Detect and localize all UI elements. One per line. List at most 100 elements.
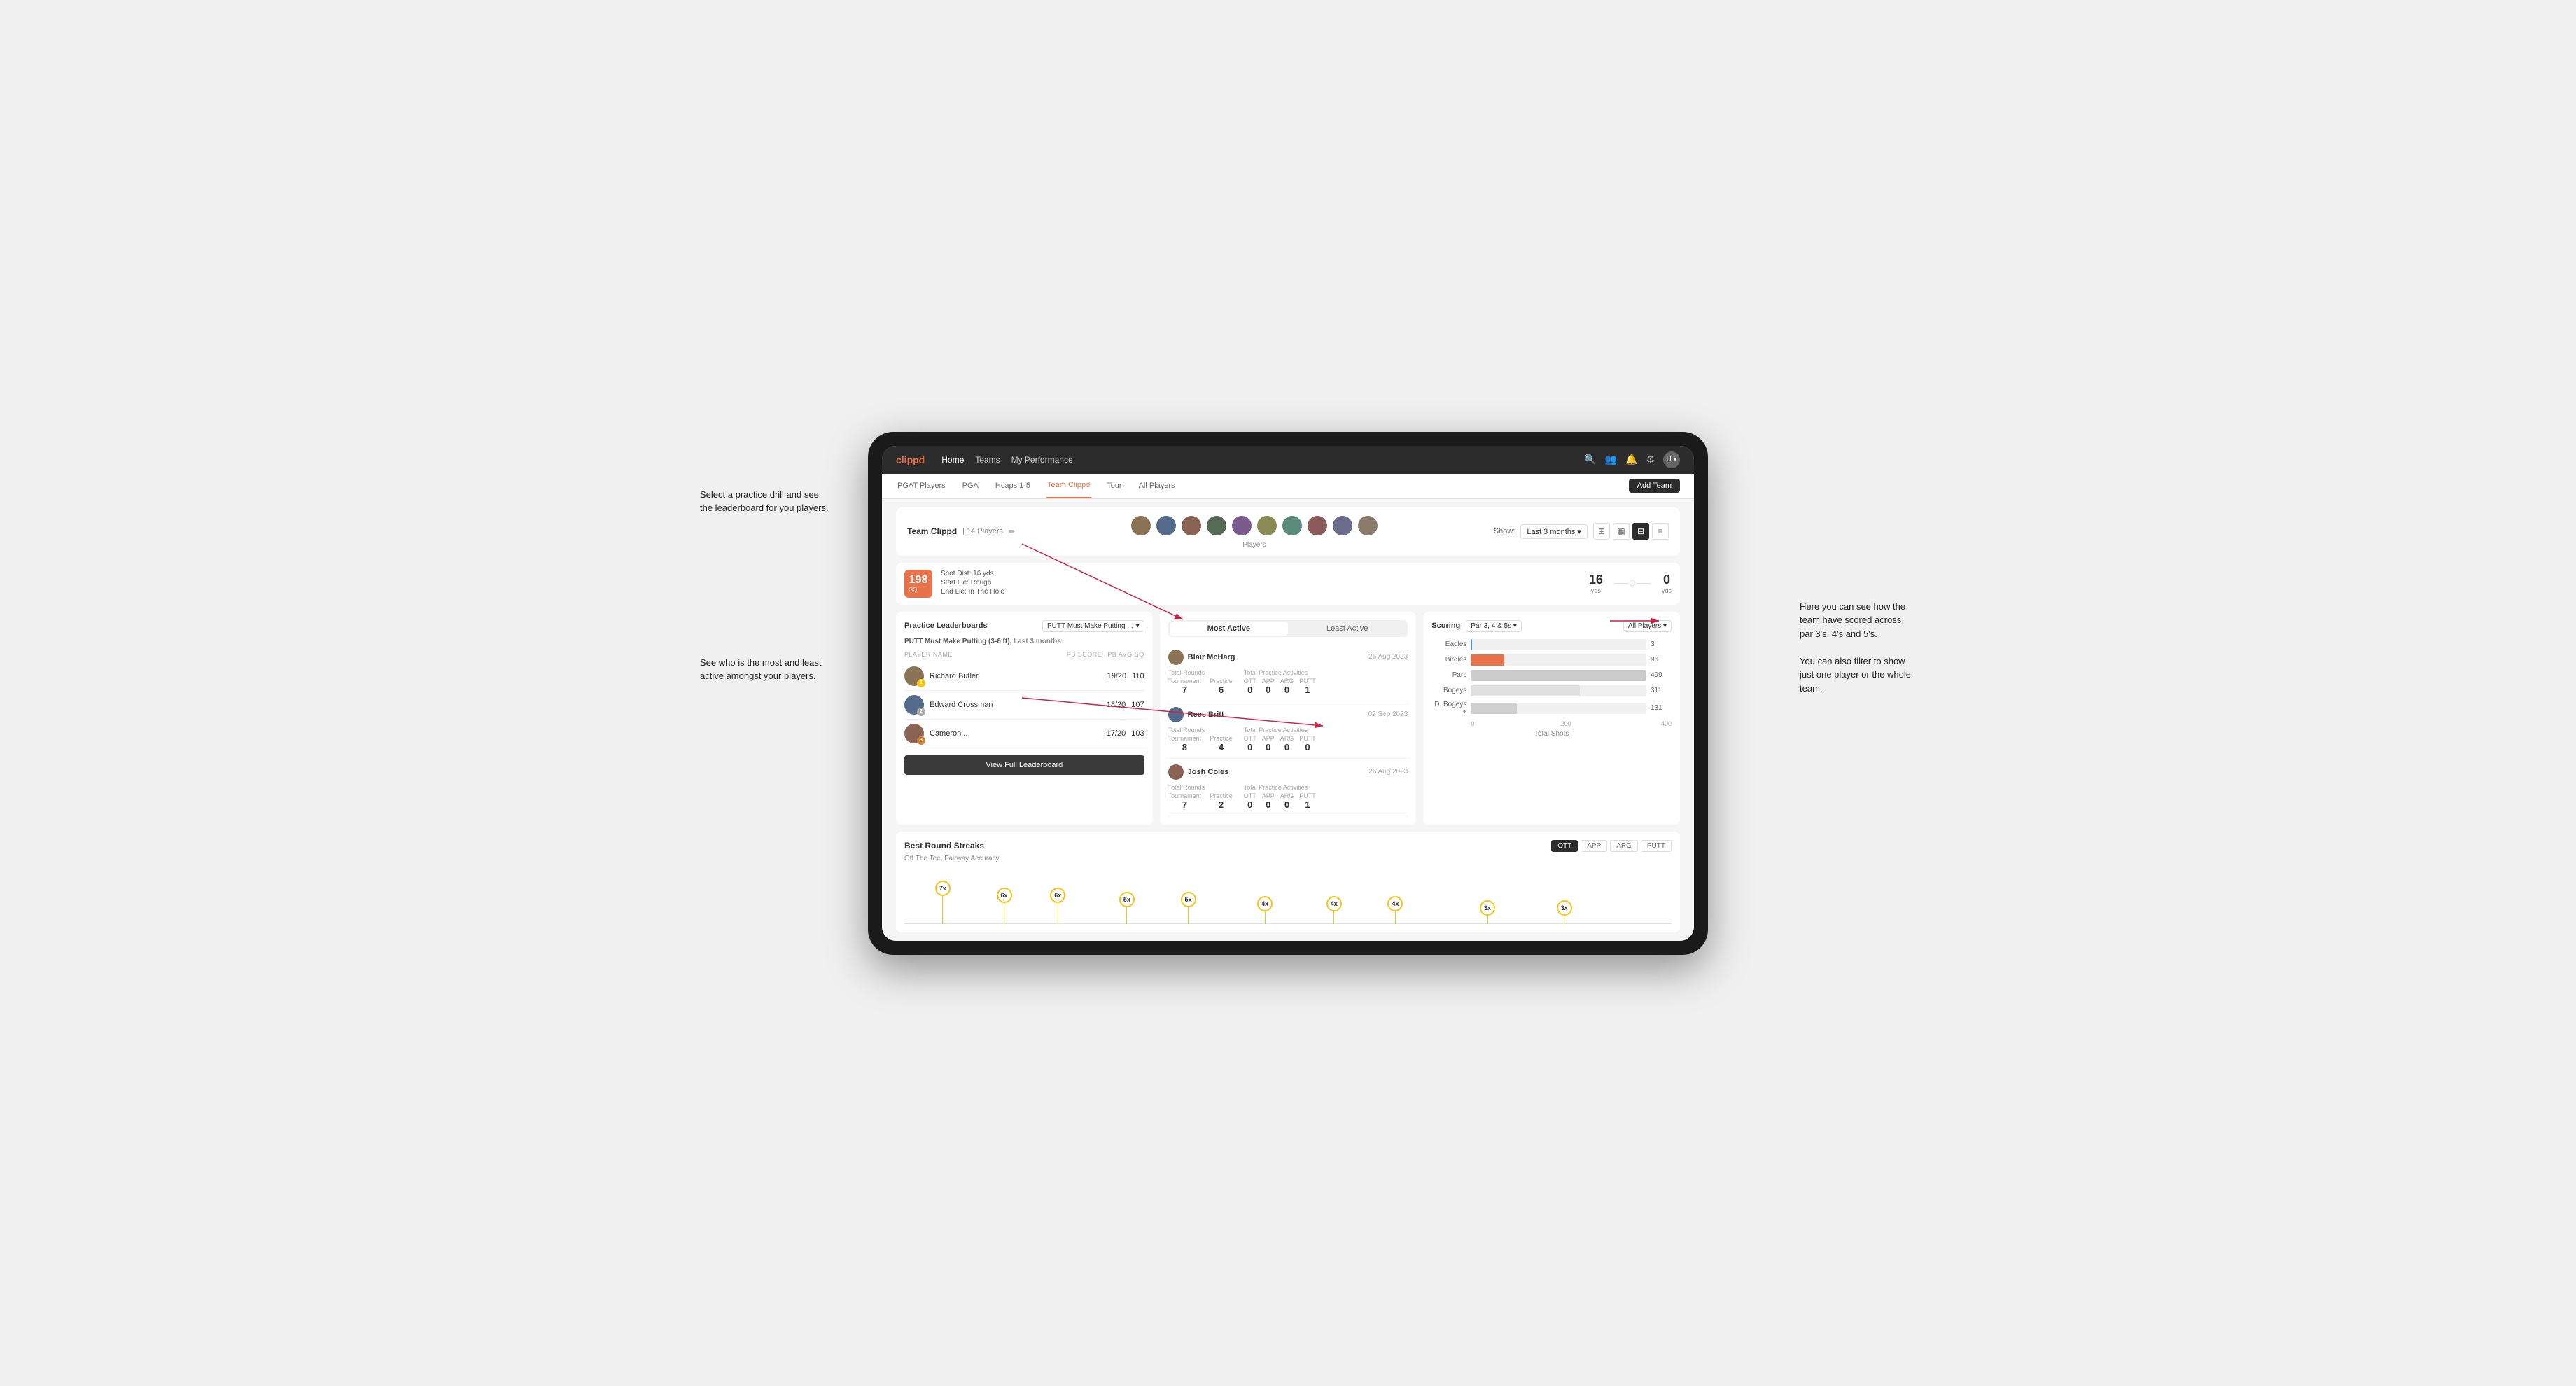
- eagles-bar-container: [1471, 639, 1646, 650]
- pa-ott-1: OTT 0: [1244, 678, 1256, 695]
- user-avatar[interactable]: U ▾: [1663, 451, 1680, 468]
- eagles-value: 3: [1651, 640, 1672, 648]
- pa-activities-group-1: Total Practice Activities OTT 0 APP: [1244, 669, 1316, 695]
- lb-name-2: Edward Crossman: [930, 701, 993, 709]
- pa-activities-label-2: Total Practice Activities: [1244, 727, 1316, 734]
- pa-rounds-group-2: Total Rounds Tournament 8 Practice: [1168, 727, 1233, 752]
- bell-icon[interactable]: 🔔: [1625, 454, 1637, 465]
- eagles-label: Eagles: [1432, 640, 1466, 648]
- bogeys-bar: [1471, 685, 1580, 696]
- sub-nav-pga[interactable]: PGA: [961, 473, 980, 498]
- pa-putt-1: PUTT 1: [1299, 678, 1316, 695]
- dbogeys-label: D. Bogeys +: [1432, 701, 1466, 716]
- lb-name-3: Cameron...: [930, 729, 967, 738]
- pa-player-2: Rees Britt: [1168, 707, 1224, 722]
- pa-arg-1: ARG 0: [1280, 678, 1294, 695]
- pa-stats-3: Total Rounds Tournament 7 Practice: [1168, 784, 1408, 810]
- lb-score-2: 18/20: [1107, 701, 1126, 709]
- leaderboard-dropdown[interactable]: PUTT Must Make Putting ... ▾: [1042, 620, 1144, 632]
- chart-axis: 0 200 400: [1471, 720, 1672, 727]
- people-icon[interactable]: 👥: [1605, 454, 1617, 465]
- streaks-header: Best Round Streaks OTT APP ARG PUTT: [904, 840, 1672, 852]
- streak-point-8: 4x: [1387, 896, 1403, 924]
- pa-practice-1: Practice 6: [1210, 678, 1233, 695]
- lb-badge-silver: 2: [917, 708, 925, 716]
- meter-end: 0 yds: [1662, 573, 1672, 594]
- pa-avatar-3: [1168, 764, 1184, 780]
- bogeys-label: Bogeys: [1432, 687, 1466, 694]
- chart-row-bogeys: Bogeys 311: [1432, 685, 1672, 696]
- practice-leaderboard-card: Practice Leaderboards PUTT Must Make Put…: [896, 612, 1153, 825]
- player-avatar: [1331, 514, 1354, 537]
- nav-performance[interactable]: My Performance: [1011, 452, 1073, 468]
- tab-least-active[interactable]: Least Active: [1288, 622, 1406, 636]
- pa-player-1: Blair McHarg: [1168, 650, 1236, 665]
- nav-home[interactable]: Home: [941, 452, 964, 468]
- pa-activities-label-1: Total Practice Activities: [1244, 669, 1316, 676]
- logo: clippd: [896, 454, 925, 465]
- pa-name-2: Rees Britt: [1188, 710, 1224, 719]
- streaks-filter-arg[interactable]: ARG: [1610, 840, 1638, 852]
- pa-putt-3: PUTT 1: [1299, 792, 1316, 810]
- lb-avatar-2: 2: [904, 695, 924, 715]
- pa-header-3: Josh Coles 26 Aug 2023: [1168, 764, 1408, 780]
- sub-nav: PGAT Players PGA Hcaps 1-5 Team Clippd T…: [882, 474, 1694, 499]
- pa-arg-2: ARG 0: [1280, 735, 1294, 752]
- main-content: Team Clippd | 14 Players ✏: [882, 499, 1694, 941]
- leaderboard-title: Practice Leaderboards: [904, 622, 988, 630]
- sub-nav-pgat[interactable]: PGAT Players: [896, 473, 947, 498]
- streak-point-9: 3x: [1480, 900, 1495, 924]
- sub-nav-hcaps[interactable]: Hcaps 1-5: [994, 473, 1032, 498]
- player-filter-dropdown[interactable]: All Players ▾: [1623, 620, 1672, 632]
- shot-meters: 16 yds —○— 0 yds: [1589, 573, 1672, 594]
- grid-view-icon[interactable]: ⊞: [1593, 523, 1610, 540]
- streaks-subtitle: Off The Tee, Fairway Accuracy: [904, 855, 1672, 862]
- pa-avatar-2: [1168, 707, 1184, 722]
- streaks-filters: OTT APP ARG PUTT: [1551, 840, 1672, 852]
- add-team-button[interactable]: Add Team: [1629, 479, 1680, 493]
- par-filter-dropdown[interactable]: Par 3, 4 & 5s ▾: [1466, 620, 1522, 632]
- pa-ott-3: OTT 0: [1244, 792, 1256, 810]
- pa-activities-group-3: Total Practice Activities OTT 0 APP: [1244, 784, 1316, 810]
- lb-player-2: 2 Edward Crossman: [904, 695, 1101, 715]
- players-label: Players: [1242, 541, 1266, 549]
- lb-player-1: 1 Richard Butler: [904, 666, 1102, 686]
- shot-detail-3: End Lie: In The Hole: [941, 588, 1581, 596]
- sub-nav-tour[interactable]: Tour: [1105, 473, 1123, 498]
- sub-nav-team-clippd[interactable]: Team Clippd: [1046, 473, 1091, 498]
- pa-rounds-label-3: Total Rounds: [1168, 784, 1233, 791]
- search-icon[interactable]: 🔍: [1584, 454, 1596, 465]
- pa-app-1: APP 0: [1262, 678, 1275, 695]
- activity-player-1: Blair McHarg 26 Aug 2023 Total Rounds To: [1168, 644, 1408, 701]
- settings-icon[interactable]: ⚙: [1646, 454, 1655, 465]
- table-view-icon[interactable]: ≡: [1652, 523, 1669, 540]
- bogeys-bar-container: [1471, 685, 1646, 696]
- pa-rounds-group-1: Total Rounds Tournament 7 Practice: [1168, 669, 1233, 695]
- scoring-card: Scoring Par 3, 4 & 5s ▾ All Players ▾: [1423, 612, 1680, 825]
- pa-rounds-group-3: Total Rounds Tournament 7 Practice: [1168, 784, 1233, 810]
- streak-point-2: 6x: [997, 888, 1012, 924]
- player-avatar: [1205, 514, 1228, 537]
- show-dropdown[interactable]: Last 3 months ▾: [1520, 524, 1588, 539]
- tab-most-active[interactable]: Most Active: [1170, 622, 1288, 636]
- nav-teams[interactable]: Teams: [975, 452, 1000, 468]
- lb-col-score: PB SCORE: [1067, 651, 1102, 658]
- dbogeys-value: 131: [1651, 704, 1672, 712]
- streaks-filter-ott[interactable]: OTT: [1551, 840, 1578, 852]
- chart-row-pars: Pars 499: [1432, 670, 1672, 681]
- card-view-icon[interactable]: ⊟: [1632, 523, 1649, 540]
- lb-avg-3: 103: [1131, 729, 1144, 738]
- show-label: Show:: [1494, 527, 1516, 536]
- streaks-filter-app[interactable]: APP: [1581, 840, 1607, 852]
- pars-label: Pars: [1432, 671, 1466, 679]
- list-view-icon[interactable]: ▦: [1613, 523, 1630, 540]
- view-leaderboard-button[interactable]: View Full Leaderboard: [904, 755, 1144, 775]
- shot-detail-1: Shot Dist: 16 yds: [941, 570, 1581, 578]
- sub-nav-all-players[interactable]: All Players: [1138, 473, 1177, 498]
- streaks-filter-putt[interactable]: PUTT: [1641, 840, 1672, 852]
- pa-activities-label-3: Total Practice Activities: [1244, 784, 1316, 791]
- pa-ott-2: OTT 0: [1244, 735, 1256, 752]
- lb-row-3: 3 Cameron... 17/20 103: [904, 720, 1144, 748]
- edit-icon[interactable]: ✏: [1009, 527, 1015, 536]
- streak-point-1: 7x: [935, 881, 951, 924]
